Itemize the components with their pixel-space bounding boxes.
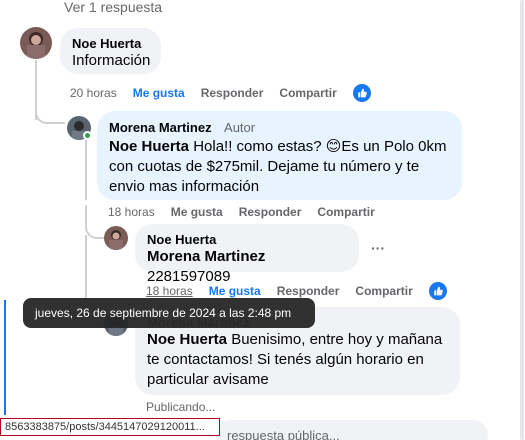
view-replies-label: Ver 1 respuesta	[64, 0, 163, 15]
comment-bubble-2: Morena Martinez Autor Noe Huerta Hola!! …	[97, 111, 462, 200]
reply-button[interactable]: Responder	[239, 205, 302, 219]
reply-input[interactable]: respuesta pública...	[215, 420, 488, 440]
avatar-noe-huerta[interactable]	[20, 27, 52, 59]
like-button[interactable]: Me gusta	[133, 86, 185, 100]
more-options-button[interactable]: ···	[371, 240, 385, 256]
author-badge: Autor	[224, 120, 256, 135]
mention-link[interactable]: Morena Martinez	[147, 248, 265, 265]
comment-author[interactable]: Noe Huerta	[147, 232, 347, 247]
thread-line-reply	[85, 140, 87, 200]
like-button[interactable]: Me gusta	[171, 205, 223, 219]
avatar-image	[104, 226, 128, 250]
thread-curve-root	[35, 100, 65, 124]
comment-time[interactable]: 18 horas	[146, 284, 193, 298]
smiling-face-emoji-icon: 😊	[325, 138, 342, 155]
status-bar-url: 8563383875/posts/3445147029120011...	[0, 418, 220, 436]
mention-link[interactable]: Noe Huerta	[147, 331, 227, 348]
comment-text: Noe Huerta Buenisimo, entre hoy y mañana…	[147, 331, 443, 388]
avatar-noe-huerta[interactable]	[104, 226, 128, 250]
online-status-dot	[83, 131, 92, 140]
comment-actions-1: 20 horas Me gusta Responder Compartir	[70, 84, 371, 102]
share-button[interactable]: Compartir	[317, 205, 374, 219]
comment-author[interactable]: Morena Martinez	[109, 120, 212, 135]
comment-text: Información	[72, 52, 151, 69]
mention-link[interactable]: Noe Huerta	[109, 138, 189, 155]
share-button[interactable]: Compartir	[355, 284, 412, 298]
timestamp-tooltip: jueves, 26 de septiembre de 2024 a las 2…	[23, 298, 315, 328]
comment-time[interactable]: 20 horas	[70, 86, 117, 100]
comment-time[interactable]: 18 horas	[108, 205, 155, 219]
comment-text: Morena Martinez 2281597089	[147, 248, 266, 285]
reply-button[interactable]: Responder	[201, 86, 264, 100]
comment-bubble-3: Noe Huerta Morena Martinez 2281597089	[135, 224, 359, 285]
avatar-image	[20, 27, 52, 59]
like-button[interactable]: Me gusta	[209, 284, 261, 298]
reply-input-placeholder: respuesta pública...	[227, 428, 340, 440]
like-reaction-icon[interactable]	[352, 84, 371, 102]
focus-bar	[4, 300, 6, 415]
publishing-status: Publicando...	[146, 400, 216, 414]
like-reaction-icon[interactable]	[428, 282, 447, 300]
reply-button[interactable]: Responder	[277, 284, 340, 298]
view-replies-link[interactable]: Ver 1 respuesta	[64, 0, 162, 15]
comment-actions-2: 18 horas Me gusta Responder Compartir	[108, 205, 375, 219]
comment-bubble-1: Noe Huerta Información	[60, 28, 161, 74]
scrollbar[interactable]	[519, 0, 525, 440]
comment-text: Noe Huerta Hola!! como estas? 😊Es un Pol…	[109, 138, 447, 195]
share-button[interactable]: Compartir	[279, 86, 336, 100]
comment-author[interactable]: Noe Huerta	[72, 36, 149, 51]
